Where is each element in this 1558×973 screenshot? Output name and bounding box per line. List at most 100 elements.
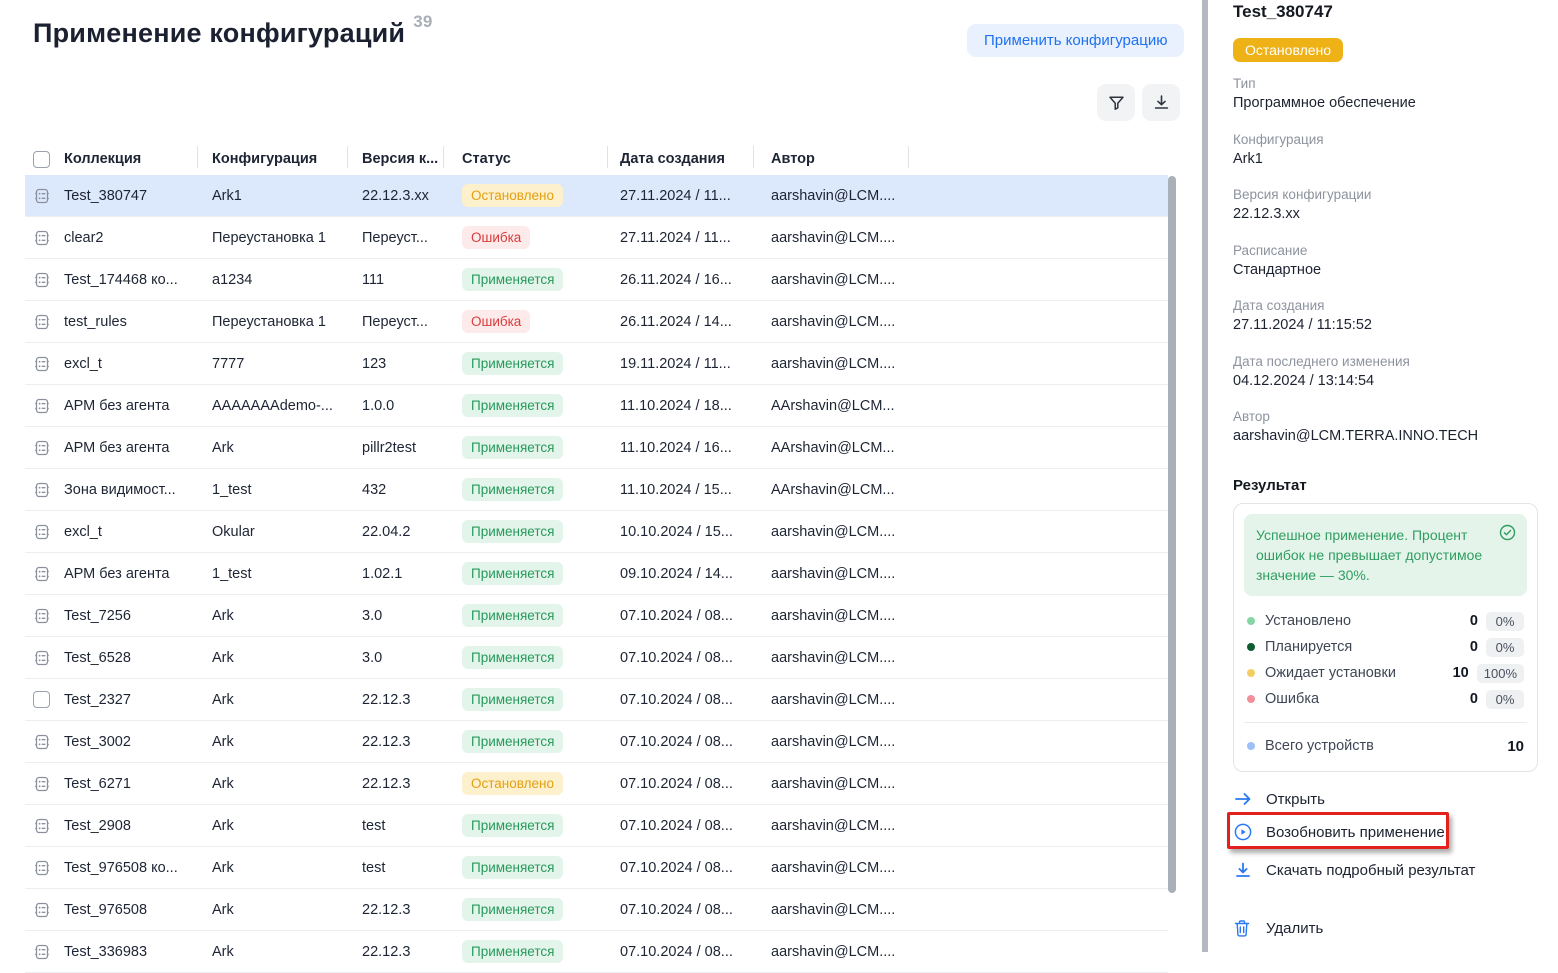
cell-collection: excl_t [64,356,212,372]
table-row[interactable]: Test_2908ArktestПрименяется07.10.2024 / … [25,805,1168,847]
cell-collection: Test_6271 [64,776,212,792]
column-header-version[interactable]: Версия к... [362,151,462,167]
collection-icon [33,187,51,205]
stat-count: 0 [1470,691,1478,707]
table-row[interactable]: АРМ без агентаArkpillr2testПрименяется11… [25,427,1168,469]
cell-version: Переуст... [362,314,462,330]
table-row[interactable]: АРМ без агентаAAAAAAAdemo-...1.0.0Примен… [25,385,1168,427]
column-header-author[interactable]: Автор [771,151,908,167]
status-badge: Ошибка [462,226,530,249]
cell-author: aarshavin@LCM.... [771,608,908,624]
table-row[interactable]: excl_t7777123Применяется19.11.2024 / 11.… [25,343,1168,385]
cell-configuration: 1_test [212,482,362,498]
details-status-badge: Остановлено [1233,38,1343,62]
funnel-icon [1107,93,1126,112]
field-label: Конфигурация [1233,130,1540,149]
table-download-button[interactable] [1142,84,1180,121]
cell-configuration: AAAAAAAdemo-... [212,398,362,414]
column-header-status[interactable]: Статус [462,151,620,167]
total-dot [1247,742,1255,750]
table-row[interactable]: Test_6271Ark22.12.3Остановлено07.10.2024… [25,763,1168,805]
cell-created: 19.11.2024 / 11... [620,356,771,372]
cell-configuration: Ark [212,902,362,918]
field-label: Версия конфигурации [1233,185,1540,204]
select-all-checkbox[interactable] [33,151,50,168]
column-header-collection[interactable]: Коллекция [64,151,212,167]
table-scrollbar[interactable] [1168,176,1176,893]
cell-version: 22.12.3 [362,692,462,708]
table-body: Test_380747Ark122.12.3.xxОстановлено27.1… [25,175,1168,973]
column-divider [753,146,754,168]
collection-icon [33,439,51,457]
cell-version: 3.0 [362,608,462,624]
cell-author: aarshavin@LCM.... [771,692,908,708]
cell-author: aarshavin@LCM.... [771,356,908,372]
field-label: Дата последнего изменения [1233,352,1540,371]
total-devices-row: Всего устройств 10 [1244,733,1527,759]
collection-icon [33,397,51,415]
delete-action[interactable]: Удалить [1233,919,1323,938]
column-header-created[interactable]: Дата создания [620,151,771,167]
table-row[interactable]: Test_976508Ark22.12.3Применяется07.10.20… [25,889,1168,931]
table-row[interactable]: Зона видимост...1_test432Применяется11.1… [25,469,1168,511]
table-row[interactable]: Test_2327Ark22.12.3Применяется07.10.2024… [25,679,1168,721]
table-row[interactable]: test_rulesПереустановка 1Переуст...Ошибк… [25,301,1168,343]
cell-collection: Test_976508 [64,902,212,918]
cell-author: aarshavin@LCM.... [771,860,908,876]
stat-dot [1247,617,1255,625]
cell-created: 27.11.2024 / 11... [620,188,771,204]
stat-row: Планируется00% [1247,634,1524,660]
cell-version: 1.0.0 [362,398,462,414]
table-row[interactable]: Test_3002Ark22.12.3Применяется07.10.2024… [25,721,1168,763]
result-card: Успешное применение. Процент ошибок не п… [1233,503,1538,772]
detail-field: ТипПрограммное обеспечение [1233,74,1540,114]
column-header-configuration[interactable]: Конфигурация [212,151,362,167]
stat-label: Планируется [1265,639,1470,655]
cell-configuration: Ark1 [212,188,362,204]
cell-collection: Test_2908 [64,818,212,834]
open-action[interactable]: Открыть [1233,790,1325,808]
table-row[interactable]: Test_6528Ark3.0Применяется07.10.2024 / 0… [25,637,1168,679]
download-result-action[interactable]: Скачать подробный результат [1233,860,1475,880]
collection-icon [33,649,51,667]
status-badge: Применяется [462,898,563,921]
table-row[interactable]: АРМ без агента1_test1.02.1Применяется09.… [25,553,1168,595]
status-badge: Применяется [462,688,563,711]
table-row[interactable]: clear2Переустановка 1Переуст...Ошибка27.… [25,217,1168,259]
table-row[interactable]: excl_tOkular22.04.2Применяется10.10.2024… [25,511,1168,553]
cell-created: 07.10.2024 / 08... [620,734,771,750]
collection-icon [33,481,51,499]
stats-divider [1244,722,1527,723]
field-value: 04.12.2024 / 13:14:54 [1233,371,1540,392]
table-row[interactable]: Test_174468 ко...a1234111Применяется26.1… [25,259,1168,301]
table-row[interactable]: Test_976508 ко...ArktestПрименяется07.10… [25,847,1168,889]
status-badge: Применяется [462,436,563,459]
row-checkbox[interactable] [33,691,50,708]
cell-collection: Test_3002 [64,734,212,750]
collection-icon [33,901,51,919]
apply-configuration-button[interactable]: Применить конфигурацию [967,24,1184,57]
cell-created: 07.10.2024 / 08... [620,860,771,876]
table-row[interactable]: Test_7256Ark3.0Применяется07.10.2024 / 0… [25,595,1168,637]
field-label: Автор [1233,407,1540,426]
filter-button[interactable] [1097,84,1135,121]
resume-apply-action[interactable]: Возобновить применение [1233,822,1445,842]
cell-created: 07.10.2024 / 08... [620,902,771,918]
trash-icon [1233,919,1255,938]
panel-scrollbar[interactable] [1202,0,1208,952]
stat-label: Ожидает установки [1265,665,1453,681]
cell-version: pillr2test [362,440,462,456]
collection-icon [33,565,51,583]
records-count: 39 [413,12,432,31]
cell-collection: Test_2327 [64,692,212,708]
field-label: Тип [1233,74,1540,93]
table-row[interactable]: Test_336983Ark22.12.3Применяется07.10.20… [25,931,1168,973]
cell-configuration: Ark [212,734,362,750]
collection-icon [33,817,51,835]
cell-author: aarshavin@LCM.... [771,902,908,918]
cell-created: 26.11.2024 / 16... [620,272,771,288]
table-row[interactable]: Test_380747Ark122.12.3.xxОстановлено27.1… [25,175,1168,217]
cell-author: AArshavin@LCM... [771,482,908,498]
stat-row: Установлено00% [1247,608,1524,634]
status-badge: Применяется [462,814,563,837]
